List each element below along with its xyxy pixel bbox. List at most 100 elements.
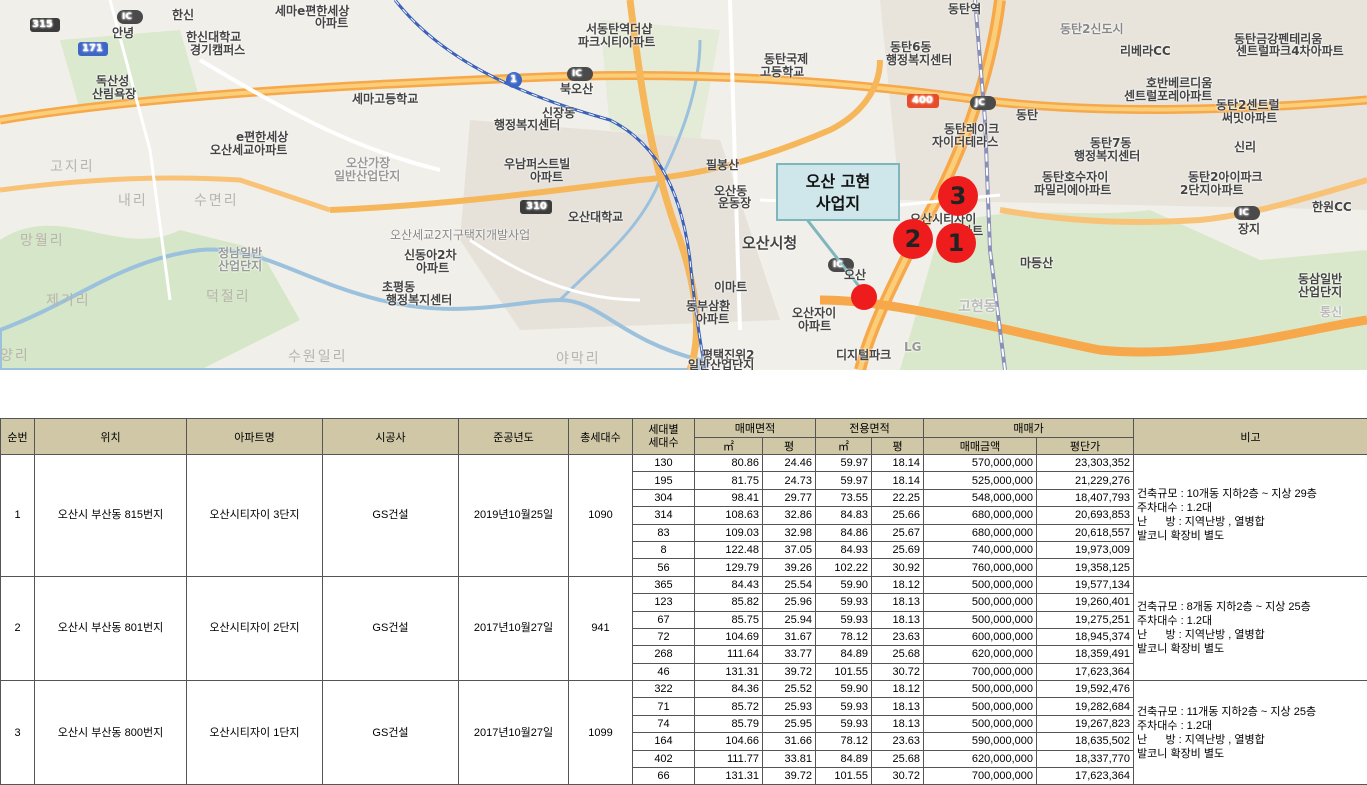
map-label: 파크시티아파트 bbox=[578, 35, 656, 49]
shield-310: 310 bbox=[526, 201, 547, 212]
district-label: 덕절리 bbox=[206, 289, 251, 305]
remark-line: 건축규모 : 10개동 지하2층 ~ 지상 29층 bbox=[1137, 488, 1317, 501]
cell-price-per-pyeong: 18,337,770 bbox=[1036, 749, 1135, 769]
cell-price-per-pyeong: 19,973,009 bbox=[1036, 540, 1135, 560]
cell-excl-pyeong: 23.63 bbox=[871, 627, 925, 647]
cell-excl-pyeong: 18.13 bbox=[871, 610, 925, 629]
map-label: 고등학교 bbox=[760, 65, 805, 79]
shield-400: 400 bbox=[912, 95, 933, 106]
cell-excl-pyeong: 30.72 bbox=[871, 767, 925, 785]
shield-ic: IC bbox=[122, 12, 132, 22]
map-label: 오산시청 bbox=[742, 234, 798, 252]
header-pyeong: 평 bbox=[871, 437, 925, 455]
district-label: 수면리 bbox=[194, 193, 239, 209]
cell-excl-sqm: 78.12 bbox=[815, 627, 873, 647]
cell-excl-sqm: 59.93 bbox=[815, 714, 873, 734]
cell-sale-amount: 500,000,000 bbox=[923, 714, 1038, 734]
cell-sale-pyeong: 25.54 bbox=[761, 575, 817, 595]
cell-price-per-pyeong: 20,693,853 bbox=[1036, 506, 1135, 525]
location-map: 315 171 1 400 310 IC IC JC IC IC 한신 세마e편… bbox=[0, 0, 1367, 370]
map-label: 경기캠퍼스 bbox=[190, 43, 246, 57]
cell-total-units: 941 bbox=[568, 575, 633, 682]
cell-excl-sqm: 59.97 bbox=[815, 453, 873, 473]
cell-price-per-pyeong: 19,577,134 bbox=[1036, 575, 1135, 595]
header-exclusive-area: 전용면적 bbox=[815, 418, 925, 438]
cell-sale-sqm: 109.03 bbox=[694, 523, 763, 542]
cell-excl-pyeong: 18.12 bbox=[871, 575, 925, 595]
map-label: e편한세상 bbox=[236, 130, 289, 144]
cell-builder: GS건설 bbox=[322, 454, 459, 577]
map-label: 동삼일반 bbox=[1298, 272, 1343, 286]
header-sale-amount: 매매금액 bbox=[923, 437, 1038, 455]
cell-sale-sqm: 85.72 bbox=[694, 697, 763, 716]
cell-sale-sqm: 104.66 bbox=[694, 732, 763, 751]
district-label: 망월리 bbox=[20, 233, 65, 249]
cell-units: 56 bbox=[632, 558, 695, 577]
cell-units: 71 bbox=[632, 697, 695, 716]
cell-price-per-pyeong: 19,592,476 bbox=[1036, 680, 1135, 699]
cell-price-per-pyeong: 19,358,125 bbox=[1036, 558, 1135, 577]
cell-excl-sqm: 84.93 bbox=[815, 540, 873, 560]
cell-excl-pyeong: 22.25 bbox=[871, 488, 925, 508]
map-label: 산업단지 bbox=[218, 259, 263, 273]
cell-excl-pyeong: 25.67 bbox=[871, 523, 925, 542]
map-label: 아파트 bbox=[798, 319, 832, 333]
cell-sale-sqm: 111.64 bbox=[694, 645, 763, 664]
map-label: 북오산 bbox=[560, 82, 594, 96]
cell-sale-pyeong: 24.73 bbox=[761, 471, 817, 490]
map-label: 동탄역 bbox=[948, 2, 982, 16]
cell-excl-sqm: 102.22 bbox=[815, 558, 873, 577]
map-label: 동탄 bbox=[1016, 108, 1039, 122]
district-label: 양리 bbox=[0, 348, 30, 364]
shield-1: 1 bbox=[510, 74, 517, 85]
map-label: 일반산업단지 bbox=[688, 358, 755, 370]
cell-sale-amount: 500,000,000 bbox=[923, 575, 1038, 595]
map-label: 오산자이 bbox=[792, 306, 837, 320]
cell-units: 8 bbox=[632, 540, 695, 560]
cell-sale-sqm: 85.82 bbox=[694, 593, 763, 612]
map-label: 서동탄역더샵 bbox=[586, 22, 653, 36]
cell-excl-pyeong: 18.13 bbox=[871, 714, 925, 734]
remark-line: 난 방 : 지역난방 , 열병합 bbox=[1137, 629, 1265, 642]
cell-units: 402 bbox=[632, 749, 695, 769]
cell-excl-sqm: 84.86 bbox=[815, 523, 873, 542]
map-label: 아파트 bbox=[696, 312, 730, 326]
cell-no: 3 bbox=[0, 680, 35, 785]
cell-excl-pyeong: 18.14 bbox=[871, 471, 925, 490]
cell-excl-pyeong: 25.68 bbox=[871, 645, 925, 664]
cell-sale-sqm: 85.79 bbox=[694, 714, 763, 734]
map-label: 동탄2신도시 bbox=[1060, 22, 1124, 36]
map-label: 동탄2아이파크 bbox=[1188, 170, 1263, 184]
cell-sale-pyeong: 39.26 bbox=[761, 558, 817, 577]
cell-remarks: 건축규모 : 8개동 지하2층 ~ 지상 25층 주차대수 : 1.2대 난 방 :… bbox=[1133, 575, 1367, 682]
remark-line: 주차대수 : 1.2대 bbox=[1137, 502, 1213, 515]
map-label: 동탄7동 bbox=[1090, 136, 1132, 150]
cell-sale-amount: 590,000,000 bbox=[923, 732, 1038, 751]
cell-sale-pyeong: 25.94 bbox=[761, 610, 817, 629]
map-label: 파밀리에아파트 bbox=[1034, 183, 1112, 197]
cell-excl-sqm: 84.83 bbox=[815, 506, 873, 525]
map-label: 동탄레이크 bbox=[944, 122, 1000, 136]
cell-sale-amount: 760,000,000 bbox=[923, 558, 1038, 577]
map-label: 산림욕장 bbox=[92, 87, 137, 101]
cell-units: 164 bbox=[632, 732, 695, 751]
cell-completed: 2017년10월27일 bbox=[458, 680, 569, 785]
map-label: 센트럴파크4차아파트 bbox=[1236, 44, 1344, 58]
map-label: LG bbox=[904, 340, 922, 354]
map-label: 독산성 bbox=[96, 74, 130, 88]
map-label: 안녕 bbox=[112, 26, 135, 40]
header-pyeong: 평 bbox=[761, 437, 817, 455]
cell-sale-amount: 500,000,000 bbox=[923, 610, 1038, 629]
header-no: 순번 bbox=[0, 418, 35, 455]
cell-sale-amount: 700,000,000 bbox=[923, 662, 1038, 682]
shield-171: 171 bbox=[82, 43, 103, 54]
cell-completed: 2017년10월27일 bbox=[458, 575, 569, 682]
cell-price-per-pyeong: 19,282,684 bbox=[1036, 697, 1135, 716]
cell-excl-sqm: 59.97 bbox=[815, 471, 873, 490]
header-builder: 시공사 bbox=[322, 418, 459, 455]
cell-excl-pyeong: 30.92 bbox=[871, 558, 925, 577]
map-label: 동탄6동 bbox=[890, 40, 932, 54]
map-label: 한신 bbox=[172, 8, 195, 22]
header-total-units: 총세대수 bbox=[568, 418, 633, 455]
cell-excl-sqm: 78.12 bbox=[815, 732, 873, 751]
